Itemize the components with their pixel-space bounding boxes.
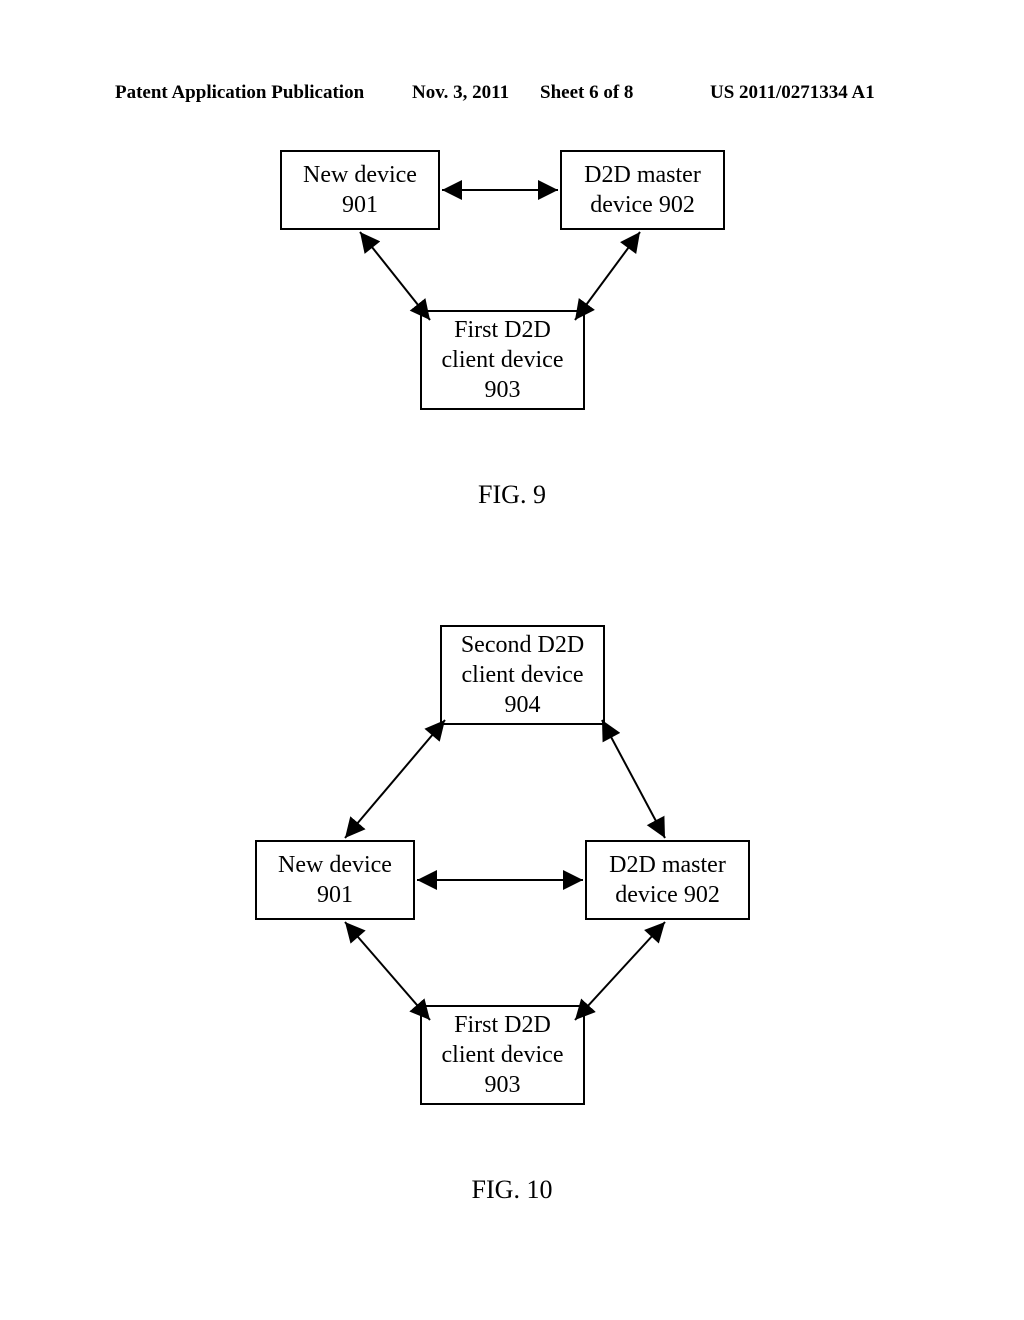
- box-904-line3: 904: [505, 690, 541, 720]
- box-903-line1: First D2D: [454, 315, 551, 345]
- header-pubnumber: US 2011/0271334 A1: [710, 82, 875, 104]
- box-903-line3: 903: [485, 375, 521, 405]
- box-903b-line2: client device: [442, 1040, 564, 1070]
- box-903b-line1: First D2D: [454, 1010, 551, 1040]
- box-first-d2d-client-903-b: First D2D client device 903: [420, 1005, 585, 1105]
- box-second-d2d-client-904: Second D2D client device 904: [440, 625, 605, 725]
- header-publication: Patent Application Publication: [115, 82, 364, 104]
- figure-9: New device 901 D2D master device 902 Fir…: [0, 150, 1024, 490]
- box-903b-line3: 903: [485, 1070, 521, 1100]
- box-902-line2: device 902: [590, 190, 695, 220]
- box-first-d2d-client-903: First D2D client device 903: [420, 310, 585, 410]
- box-d2d-master-902: D2D master device 902: [560, 150, 725, 230]
- box-d2d-master-902-b: D2D master device 902: [585, 840, 750, 920]
- box-901b-line2: 901: [317, 880, 353, 910]
- box-new-device-901-b: New device 901: [255, 840, 415, 920]
- box-901-line2: 901: [342, 190, 378, 220]
- box-904-line2: client device: [462, 660, 584, 690]
- box-901b-line1: New device: [278, 850, 392, 880]
- box-902b-line2: device 902: [615, 880, 720, 910]
- box-902-line1: D2D master: [584, 160, 701, 190]
- box-902b-line1: D2D master: [609, 850, 726, 880]
- box-903-line2: client device: [442, 345, 564, 375]
- header-sheet: Sheet 6 of 8: [540, 82, 633, 104]
- box-901-line1: New device: [303, 160, 417, 190]
- box-904-line1: Second D2D: [461, 630, 584, 660]
- figure-10-label: FIG. 10: [0, 1175, 1024, 1205]
- header-date: Nov. 3, 2011: [412, 82, 509, 104]
- figure-10: Second D2D client device 904 New device …: [0, 625, 1024, 1125]
- figure-9-label: FIG. 9: [0, 480, 1024, 510]
- box-new-device-901: New device 901: [280, 150, 440, 230]
